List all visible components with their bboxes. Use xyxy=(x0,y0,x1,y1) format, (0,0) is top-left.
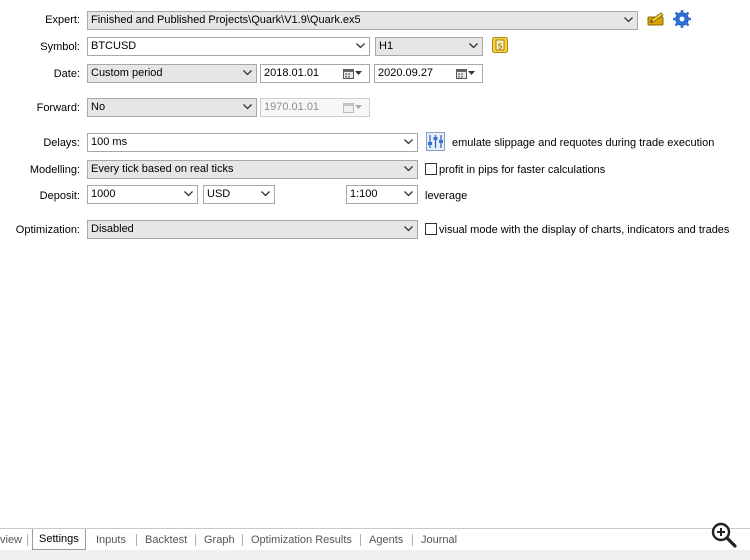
optimization-select[interactable]: Disabled xyxy=(87,220,418,239)
chevron-down-icon xyxy=(466,38,480,55)
expert-value: Finished and Published Projects\Quark\V1… xyxy=(91,14,361,26)
symbol-label: Symbol: xyxy=(40,41,80,53)
deposit-label: Deposit: xyxy=(39,190,80,202)
forward-value: No xyxy=(91,101,106,113)
leverage-value: 1:100 xyxy=(350,188,378,200)
delays-settings-button[interactable] xyxy=(425,131,446,154)
delays-label: Delays: xyxy=(43,137,80,149)
calendar-icon xyxy=(343,101,367,114)
status-bar xyxy=(0,550,750,560)
calendar-icon xyxy=(456,67,480,80)
currency-select[interactable]: USD xyxy=(203,185,275,204)
tab-overview[interactable]: view xyxy=(0,531,22,550)
visual-mode-checkbox[interactable] xyxy=(425,223,437,235)
svg-text:$: $ xyxy=(497,42,502,51)
tab-optimization-results[interactable]: Optimization Results xyxy=(251,531,352,550)
currency-value: USD xyxy=(207,188,231,200)
deposit-value: 1000 xyxy=(91,188,116,200)
forward-date-picker: 1970.01.01 xyxy=(260,98,370,117)
chevron-down-icon xyxy=(181,186,195,203)
chevron-down-icon xyxy=(240,99,254,116)
chevron-down-icon xyxy=(401,134,415,151)
date-from-value: 2018.01.01 xyxy=(264,67,320,79)
symbol-select[interactable]: BTCUSD xyxy=(87,37,370,56)
forward-date-value: 1970.01.01 xyxy=(264,101,320,113)
leverage-label: leverage xyxy=(425,190,468,202)
date-from-picker[interactable]: 2018.01.01 xyxy=(260,64,370,83)
date-to-picker[interactable]: 2020.09.27 xyxy=(374,64,483,83)
tab-separator xyxy=(360,534,361,546)
calendar-icon xyxy=(343,67,367,80)
tab-settings[interactable]: Settings xyxy=(32,529,86,550)
chevron-down-icon xyxy=(258,186,272,203)
symbol-properties-button[interactable]: $ xyxy=(489,36,510,57)
timeframe-select[interactable]: H1 xyxy=(375,37,483,56)
tab-graph[interactable]: Graph xyxy=(204,531,235,550)
date-period-select[interactable]: Custom period xyxy=(87,64,257,83)
sliders-icon xyxy=(426,131,445,154)
tester-tab-bar: view Settings Inputs Backtest Graph Opti… xyxy=(0,522,750,550)
profit-in-pips-checkbox[interactable] xyxy=(425,163,437,175)
tab-separator xyxy=(136,534,137,546)
date-label: Date: xyxy=(53,68,80,80)
deposit-select[interactable]: 1000 xyxy=(87,185,198,204)
expert-select[interactable]: Finished and Published Projects\Quark\V1… xyxy=(87,11,638,30)
tab-separator xyxy=(242,534,243,546)
chevron-down-icon xyxy=(401,161,415,178)
chevron-down-icon xyxy=(621,12,635,29)
modelling-select[interactable]: Every tick based on real ticks xyxy=(87,160,418,179)
leverage-select[interactable]: 1:100 xyxy=(346,185,418,204)
chevron-down-icon xyxy=(401,186,415,203)
modelling-value: Every tick based on real ticks xyxy=(91,163,234,175)
chevron-down-icon xyxy=(401,221,415,238)
optimization-value: Disabled xyxy=(91,223,134,235)
optimization-label: Optimization: xyxy=(15,224,80,236)
chevron-down-icon xyxy=(240,65,254,82)
gear-icon xyxy=(672,9,691,31)
timeframe-value: H1 xyxy=(379,40,394,52)
tab-inputs[interactable]: Inputs xyxy=(96,531,126,550)
chevron-down-icon xyxy=(353,38,367,55)
tab-journal[interactable]: Journal xyxy=(421,531,457,550)
date-to-value: 2020.09.27 xyxy=(378,67,434,79)
delays-select[interactable]: 100 ms xyxy=(87,133,418,152)
edit-pencil-icon xyxy=(647,11,665,30)
tab-backtest[interactable]: Backtest xyxy=(145,531,187,550)
expert-settings-button[interactable] xyxy=(671,9,692,31)
tab-separator xyxy=(412,534,413,546)
visual-mode-label: visual mode with the display of charts, … xyxy=(439,224,730,236)
tab-separator xyxy=(195,534,196,546)
delays-note: emulate slippage and requotes during tra… xyxy=(452,137,715,149)
zoom-in-icon xyxy=(710,521,738,552)
zoom-button[interactable] xyxy=(709,521,739,551)
date-period-value: Custom period xyxy=(91,67,163,79)
tab-agents[interactable]: Agents xyxy=(369,531,403,550)
modelling-label: Modelling: xyxy=(29,164,80,176)
tab-separator xyxy=(27,534,28,546)
symbol-properties-icon: $ xyxy=(491,36,509,57)
profit-in-pips-label: profit in pips for faster calculations xyxy=(439,164,606,176)
forward-select[interactable]: No xyxy=(87,98,257,117)
delays-value: 100 ms xyxy=(91,136,128,148)
symbol-value: BTCUSD xyxy=(91,40,137,52)
edit-expert-button[interactable] xyxy=(645,10,666,31)
forward-label: Forward: xyxy=(36,102,80,114)
expert-label: Expert: xyxy=(45,14,80,26)
